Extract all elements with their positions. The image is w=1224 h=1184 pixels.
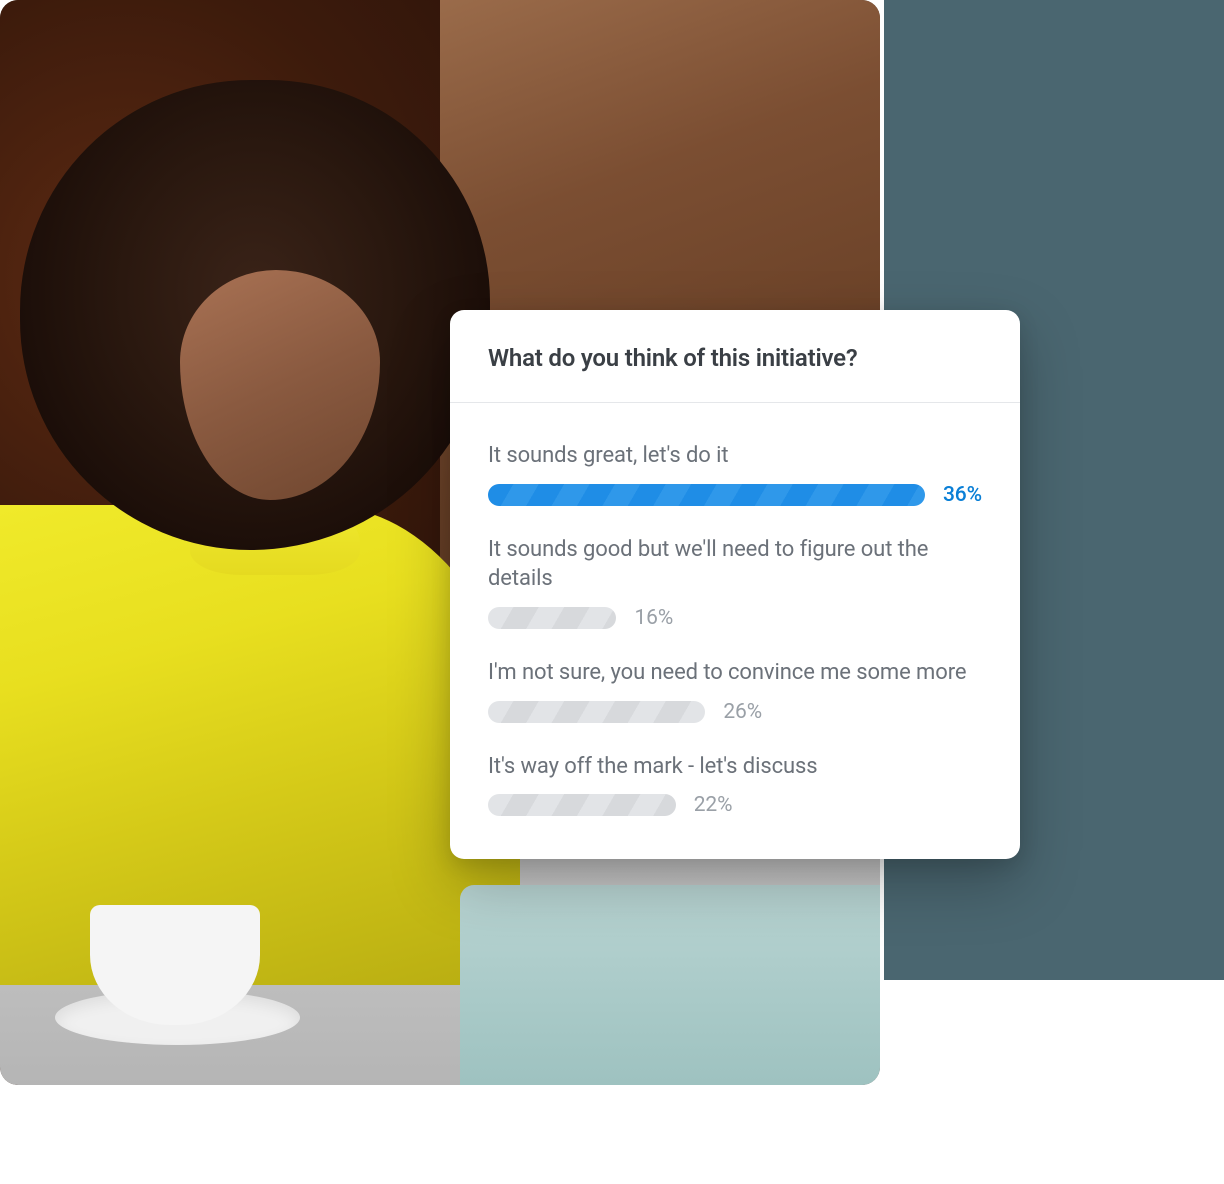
poll-option-label: It's way off the mark - let's discuss [488,752,982,782]
poll-body: It sounds great, let's do it 36% It soun… [450,403,1020,859]
poll-option-label: I'm not sure, you need to convince me so… [488,658,982,688]
poll-option[interactable]: It sounds great, let's do it 36% [488,441,982,507]
poll-bar-row: 22% [488,793,982,817]
poll-option[interactable]: It sounds good but we'll need to figure … [488,535,982,630]
poll-option[interactable]: It's way off the mark - let's discuss 22… [488,752,982,818]
poll-bar-highlight [488,484,925,506]
poll-bar-row: 26% [488,700,982,724]
poll-bar [488,794,676,816]
photo-sweater [0,505,520,985]
poll-bar-row: 36% [488,483,982,507]
poll-percentage: 36% [943,483,982,507]
poll-question: What do you think of this initiative? [488,344,982,372]
poll-percentage: 16% [634,606,673,630]
poll-header: What do you think of this initiative? [450,310,1020,403]
poll-percentage: 22% [694,793,733,817]
poll-option[interactable]: I'm not sure, you need to convince me so… [488,658,982,724]
photo-laptop [460,885,880,1085]
poll-percentage: 26% [723,700,762,724]
poll-bar-row: 16% [488,606,982,630]
poll-bar [488,701,705,723]
poll-bar [488,607,616,629]
poll-card: What do you think of this initiative? It… [450,310,1020,859]
poll-option-label: It sounds great, let's do it [488,441,982,471]
poll-option-label: It sounds good but we'll need to figure … [488,535,982,594]
